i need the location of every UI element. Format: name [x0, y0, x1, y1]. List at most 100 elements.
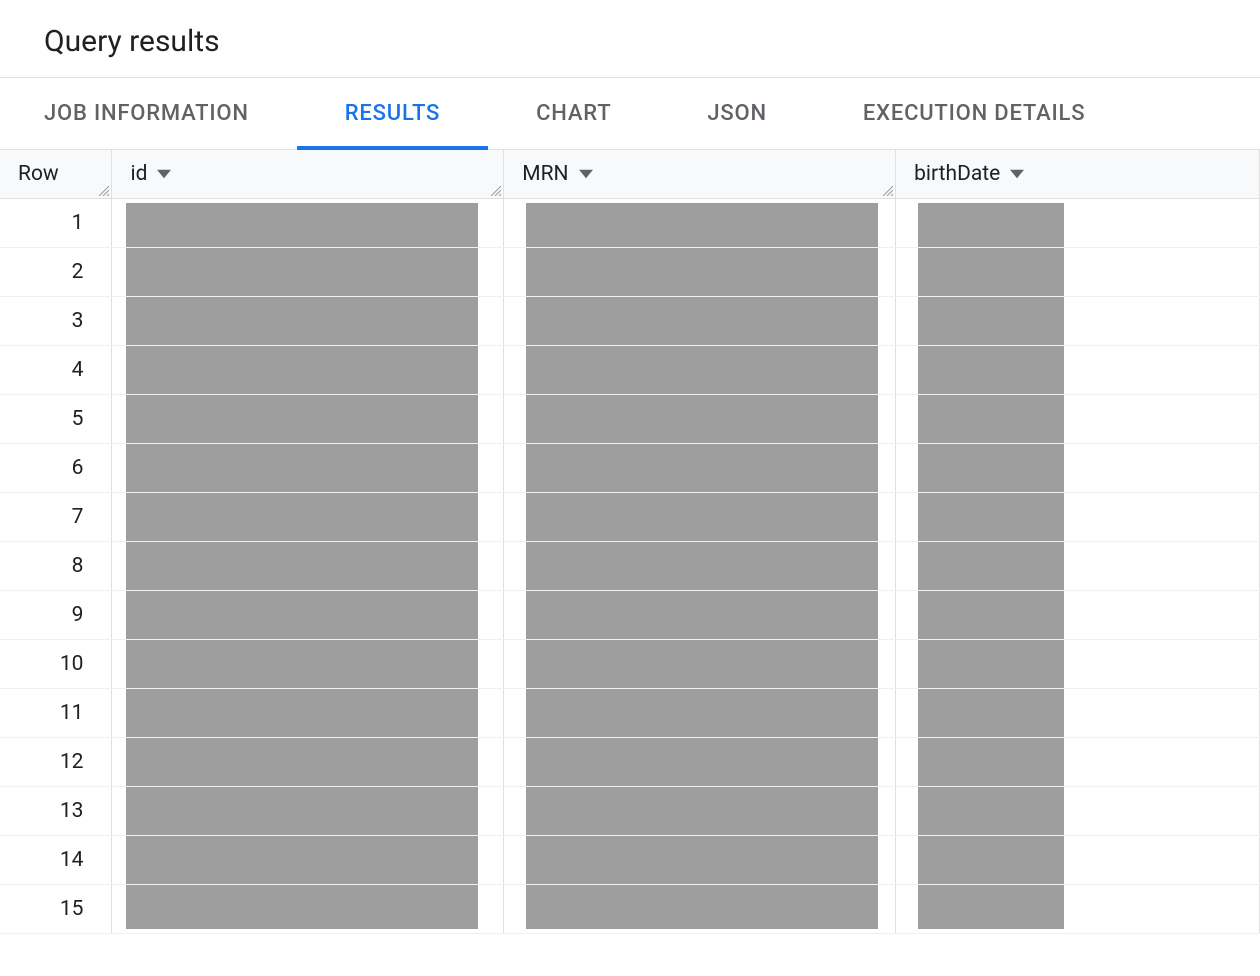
redacted-value [918, 346, 1064, 394]
results-table: Row id [0, 150, 1260, 934]
table-row: 1 [0, 198, 1260, 247]
cell-bd [896, 688, 1260, 737]
cell-bd [896, 884, 1260, 933]
chevron-down-icon [157, 167, 171, 181]
cell-mrn [504, 884, 896, 933]
cell-mrn [504, 296, 896, 345]
redacted-value [918, 297, 1064, 345]
cell-bd [896, 247, 1260, 296]
row-number-cell: 14 [0, 835, 112, 884]
tab-json[interactable]: JSON [659, 78, 815, 149]
redacted-value [918, 248, 1064, 296]
column-header-id[interactable]: id [112, 150, 504, 198]
redacted-value [526, 248, 878, 296]
resize-handle-icon[interactable] [97, 184, 109, 196]
tab-job-information[interactable]: JOB INFORMATION [44, 78, 297, 149]
cell-mrn [504, 541, 896, 590]
cell-bd [896, 296, 1260, 345]
column-header-row[interactable]: Row [0, 150, 112, 198]
column-label: birthDate [914, 162, 1000, 186]
table-row: 10 [0, 639, 1260, 688]
page-title: Query results [44, 24, 1216, 59]
cell-id [112, 590, 504, 639]
table-row: 14 [0, 835, 1260, 884]
cell-mrn [504, 590, 896, 639]
redacted-value [126, 787, 478, 835]
row-number-cell: 2 [0, 247, 112, 296]
column-header-birthdate[interactable]: birthDate [896, 150, 1260, 198]
redacted-value [126, 689, 478, 737]
results-tabs: JOB INFORMATION RESULTS CHART JSON EXECU… [0, 78, 1260, 150]
redacted-value [526, 493, 878, 541]
tab-label: CHART [536, 101, 611, 126]
cell-id [112, 737, 504, 786]
cell-id [112, 541, 504, 590]
cell-mrn [504, 639, 896, 688]
chevron-down-icon [1010, 167, 1024, 181]
tab-execution-details[interactable]: EXECUTION DETAILS [815, 78, 1133, 149]
cell-id [112, 345, 504, 394]
table-row: 13 [0, 786, 1260, 835]
redacted-value [526, 787, 878, 835]
cell-bd [896, 198, 1260, 247]
cell-bd [896, 541, 1260, 590]
redacted-value [918, 885, 1064, 929]
resize-handle-icon[interactable] [489, 184, 501, 196]
tab-results[interactable]: RESULTS [297, 78, 488, 149]
redacted-value [918, 444, 1064, 492]
cell-bd [896, 590, 1260, 639]
row-number-cell: 8 [0, 541, 112, 590]
row-number-cell: 1 [0, 198, 112, 247]
column-label: MRN [522, 162, 568, 186]
results-table-container: Row id [0, 150, 1260, 934]
redacted-value [526, 836, 878, 884]
tab-label: JOB INFORMATION [44, 101, 249, 126]
row-number-cell: 15 [0, 884, 112, 933]
table-row: 5 [0, 394, 1260, 443]
cell-mrn [504, 737, 896, 786]
cell-mrn [504, 345, 896, 394]
cell-mrn [504, 492, 896, 541]
redacted-value [526, 738, 878, 786]
redacted-value [526, 542, 878, 590]
query-results-header: Query results [0, 0, 1260, 77]
redacted-value [126, 346, 478, 394]
results-tbody: 123456789101112131415 [0, 198, 1260, 933]
resize-handle-icon[interactable] [881, 184, 893, 196]
redacted-value [526, 346, 878, 394]
cell-id [112, 492, 504, 541]
redacted-value [126, 203, 478, 247]
redacted-value [918, 493, 1064, 541]
row-number-cell: 13 [0, 786, 112, 835]
redacted-value [126, 297, 478, 345]
row-number-cell: 7 [0, 492, 112, 541]
cell-bd [896, 443, 1260, 492]
redacted-value [126, 248, 478, 296]
redacted-value [526, 203, 878, 247]
table-row: 8 [0, 541, 1260, 590]
table-row: 15 [0, 884, 1260, 933]
cell-mrn [504, 688, 896, 737]
row-number-cell: 9 [0, 590, 112, 639]
cell-id [112, 443, 504, 492]
redacted-value [918, 738, 1064, 786]
redacted-value [918, 542, 1064, 590]
column-label: id [130, 162, 147, 186]
redacted-value [126, 395, 478, 443]
cell-bd [896, 345, 1260, 394]
cell-id [112, 296, 504, 345]
table-row: 9 [0, 590, 1260, 639]
tab-chart[interactable]: CHART [488, 78, 659, 149]
cell-mrn [504, 247, 896, 296]
cell-bd [896, 492, 1260, 541]
cell-id [112, 884, 504, 933]
cell-mrn [504, 443, 896, 492]
cell-id [112, 688, 504, 737]
column-header-mrn[interactable]: MRN [504, 150, 896, 198]
redacted-value [126, 738, 478, 786]
redacted-value [918, 203, 1064, 247]
cell-mrn [504, 394, 896, 443]
redacted-value [126, 836, 478, 884]
table-row: 11 [0, 688, 1260, 737]
cell-bd [896, 786, 1260, 835]
